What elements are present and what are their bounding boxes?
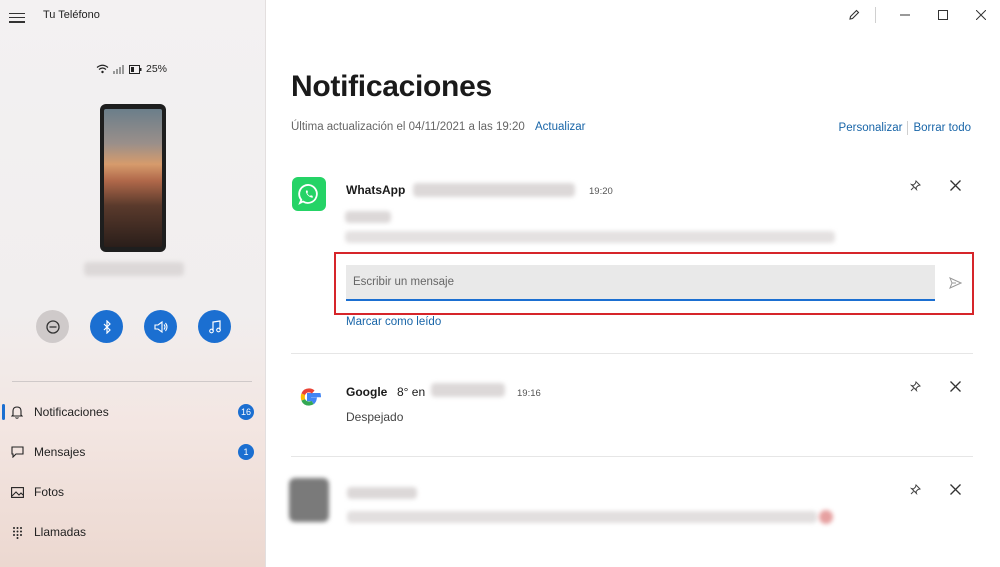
notification-title-fragment: 8° en bbox=[397, 385, 426, 399]
actions-separator bbox=[907, 121, 909, 135]
whatsapp-icon bbox=[292, 177, 326, 211]
bluetooth-icon bbox=[103, 319, 111, 334]
notification-app-name: WhatsApp bbox=[346, 183, 406, 197]
notification-time: 19:20 bbox=[589, 186, 613, 197]
dialpad-icon bbox=[10, 525, 24, 539]
nav-separator bbox=[12, 381, 252, 382]
minimize-button[interactable] bbox=[886, 0, 924, 30]
nav-item-notificaciones[interactable]: Notificaciones 16 bbox=[0, 394, 265, 430]
bluetooth-button[interactable] bbox=[90, 310, 123, 343]
notification-divider bbox=[291, 456, 973, 457]
dismiss-notification-button[interactable] bbox=[947, 481, 963, 497]
minimize-icon bbox=[900, 14, 910, 16]
bell-icon bbox=[10, 405, 24, 419]
main-panel: Notificaciones Última actualización el 0… bbox=[267, 0, 1000, 567]
message-title-redacted bbox=[345, 211, 391, 223]
notification-time: 19:16 bbox=[517, 388, 541, 399]
nav-item-label: Notificaciones bbox=[34, 405, 109, 419]
blurred-app-name bbox=[347, 487, 417, 499]
maximize-icon bbox=[938, 10, 948, 20]
battery-percentage: 25% bbox=[146, 63, 168, 75]
notification-count-badge: 16 bbox=[238, 404, 254, 420]
message-body-redacted bbox=[345, 231, 835, 243]
blurred-app-icon bbox=[289, 478, 329, 522]
close-icon bbox=[949, 179, 961, 191]
notification-divider bbox=[291, 353, 973, 354]
sender-redacted bbox=[413, 183, 575, 197]
last-update-text: Última actualización el 04/11/2021 a las… bbox=[291, 121, 525, 133]
phone-image bbox=[100, 104, 166, 252]
feedback-pen-icon[interactable] bbox=[835, 0, 873, 30]
nav-item-llamadas[interactable]: Llamadas bbox=[0, 514, 265, 550]
pin-icon[interactable] bbox=[907, 481, 923, 497]
send-icon[interactable] bbox=[947, 275, 963, 291]
music-note-icon bbox=[208, 319, 221, 333]
page-title: Notificaciones bbox=[291, 70, 492, 103]
volume-button[interactable] bbox=[144, 310, 177, 343]
close-window-button[interactable] bbox=[962, 0, 1000, 30]
clear-all-link[interactable]: Borrar todo bbox=[913, 122, 971, 134]
hamburger-menu-icon[interactable] bbox=[9, 10, 25, 24]
notification-body: Despejado bbox=[346, 410, 404, 424]
top-actions: Personalizar Borrar todo bbox=[839, 121, 971, 135]
close-icon bbox=[949, 380, 961, 392]
message-count-badge: 1 bbox=[238, 444, 254, 460]
google-icon bbox=[292, 380, 326, 414]
window-controls bbox=[835, 0, 1000, 30]
nav-item-fotos[interactable]: Fotos bbox=[0, 474, 265, 510]
nav-item-label: Llamadas bbox=[34, 525, 87, 539]
blurred-emoji bbox=[819, 510, 833, 524]
pin-icon[interactable] bbox=[907, 177, 923, 193]
nav-item-mensajes[interactable]: Mensajes 1 bbox=[0, 434, 265, 470]
dismiss-notification-button[interactable] bbox=[947, 177, 963, 193]
dismiss-notification-button[interactable] bbox=[947, 378, 963, 394]
sidebar: Tu Teléfono 25% Notificaciones 16 Mensaj… bbox=[0, 0, 266, 567]
photo-icon bbox=[10, 485, 24, 499]
pin-icon[interactable] bbox=[907, 378, 923, 394]
close-icon bbox=[949, 483, 961, 495]
quick-actions bbox=[36, 310, 231, 343]
message-icon bbox=[10, 445, 24, 459]
refresh-link[interactable]: Actualizar bbox=[535, 121, 586, 133]
mark-as-read-link[interactable]: Marcar como leído bbox=[346, 316, 441, 328]
minus-circle-icon bbox=[45, 319, 60, 334]
maximize-button[interactable] bbox=[924, 0, 962, 30]
phone-wallpaper bbox=[104, 109, 162, 247]
customize-link[interactable]: Personalizar bbox=[839, 122, 903, 134]
signal-icon bbox=[113, 65, 124, 74]
nav-item-label: Mensajes bbox=[34, 445, 86, 459]
close-icon bbox=[976, 10, 986, 20]
nav-item-label: Fotos bbox=[34, 485, 65, 499]
wifi-icon bbox=[96, 64, 109, 74]
battery-icon bbox=[129, 64, 142, 74]
do-not-disturb-button[interactable] bbox=[36, 310, 69, 343]
app-title: Tu Teléfono bbox=[43, 9, 100, 21]
music-button[interactable] bbox=[198, 310, 231, 343]
reply-message-input[interactable] bbox=[346, 265, 935, 301]
phone-name-redacted bbox=[84, 262, 184, 276]
notification-app-name: Google bbox=[346, 385, 388, 399]
location-redacted bbox=[431, 383, 505, 397]
blurred-message bbox=[347, 511, 817, 523]
controls-separator bbox=[875, 7, 876, 23]
phone-status: 25% bbox=[96, 63, 167, 75]
speaker-icon bbox=[153, 320, 168, 333]
